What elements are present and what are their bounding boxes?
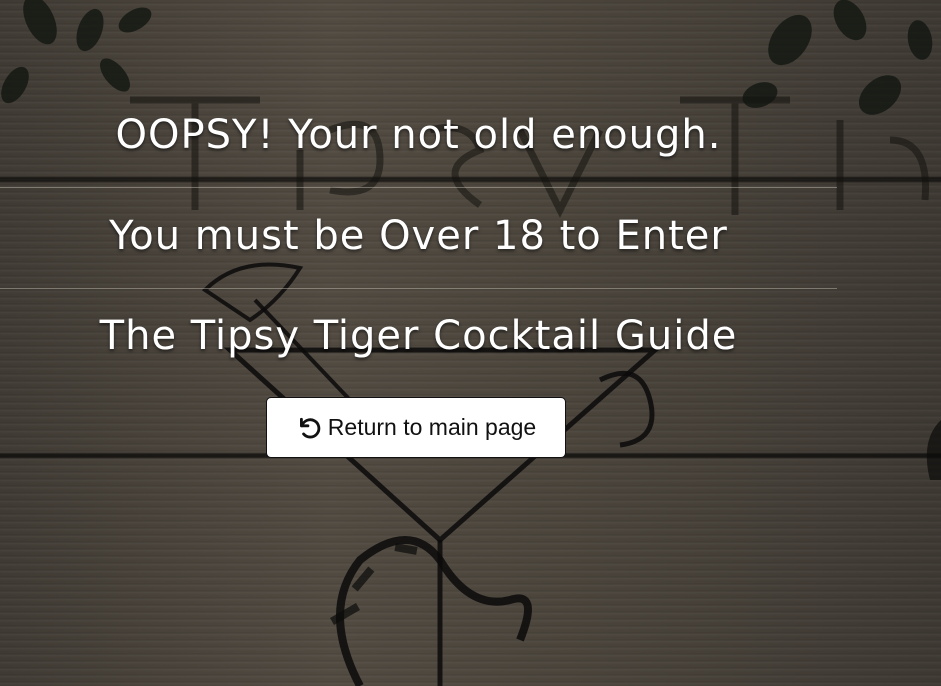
divider bbox=[0, 187, 837, 188]
divider bbox=[0, 288, 837, 289]
return-button-label: Return to main page bbox=[327, 414, 537, 440]
age-requirement-text: You must be Over 18 to Enter bbox=[109, 213, 728, 259]
age-warning-heading: OOPSY! Your not old enough. bbox=[115, 112, 722, 158]
site-title: The Tipsy Tiger Cocktail Guide bbox=[99, 313, 738, 359]
undo-arrow-icon bbox=[296, 415, 322, 441]
return-to-main-page-button[interactable]: Return to main page bbox=[266, 397, 566, 458]
